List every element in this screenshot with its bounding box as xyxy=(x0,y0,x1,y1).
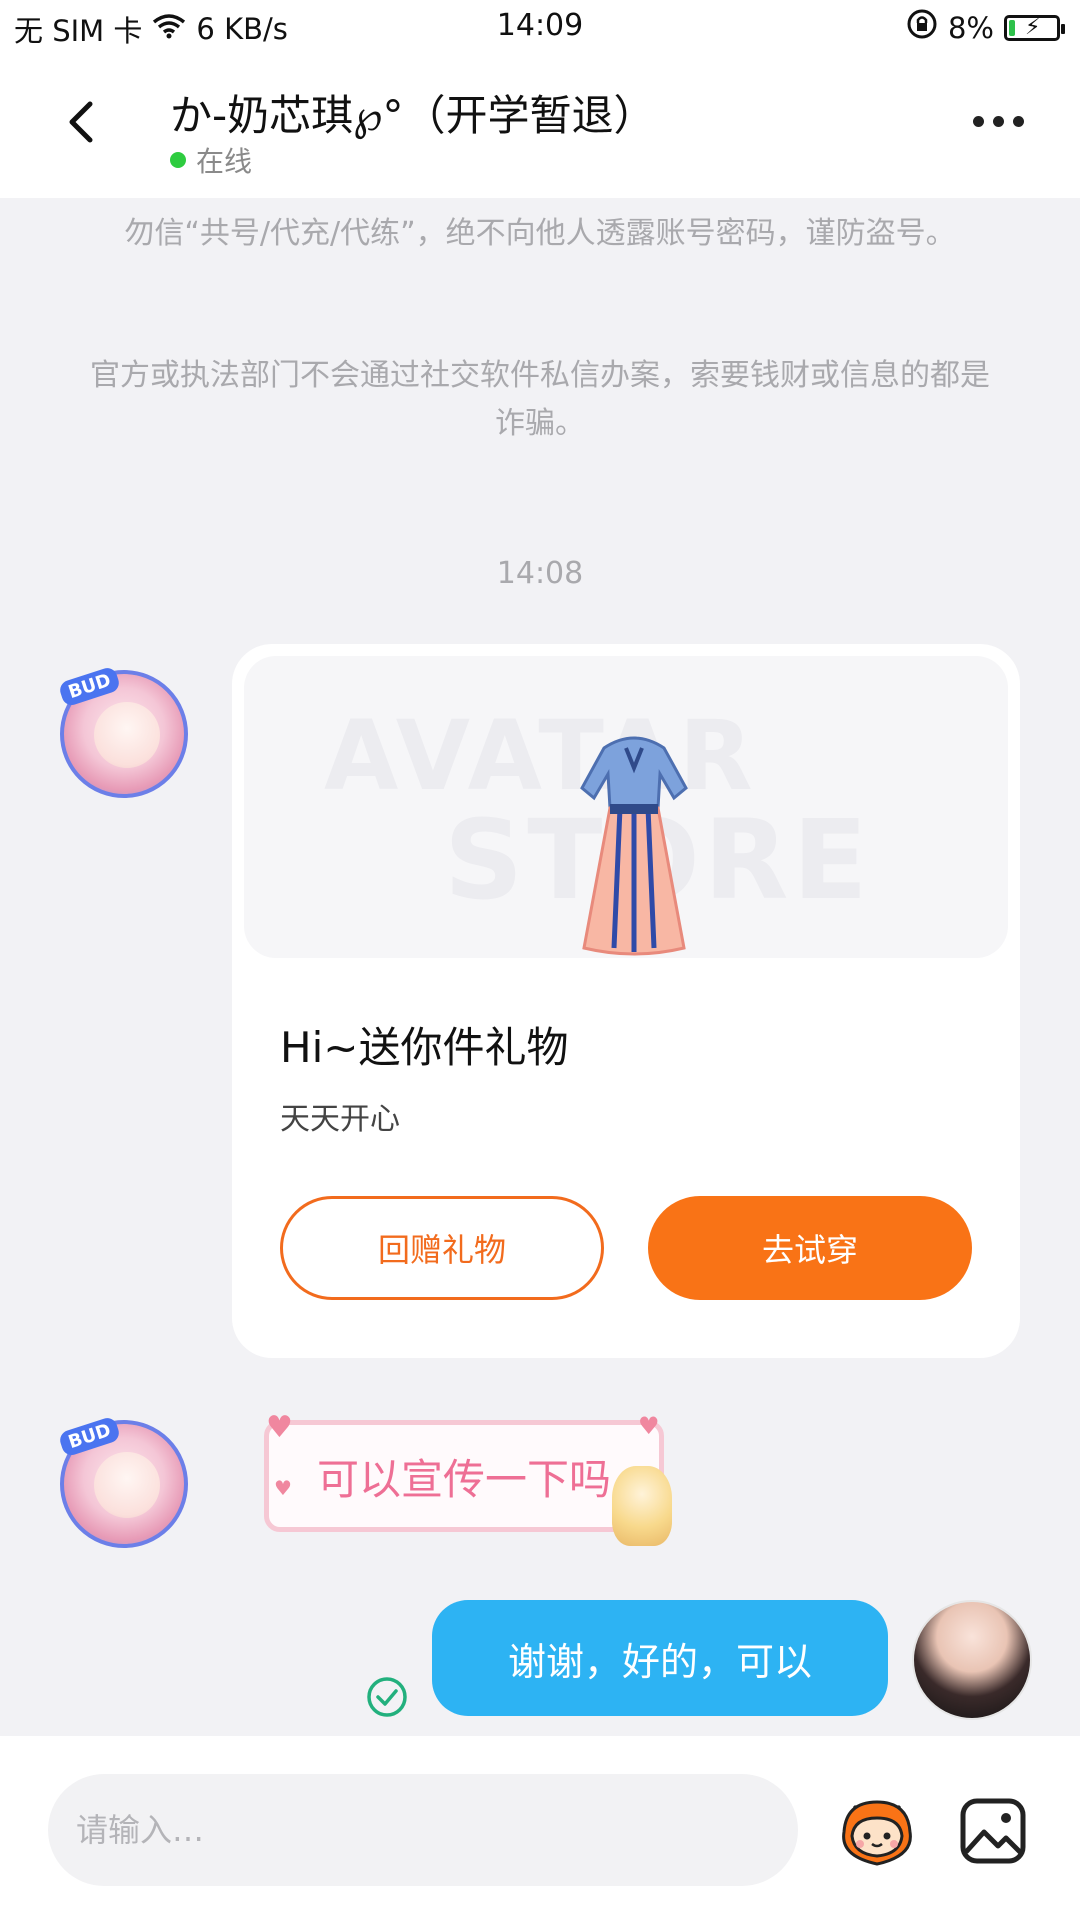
heart-icon: ♥ xyxy=(638,1412,660,1440)
avatar-face xyxy=(94,702,160,768)
input-bar xyxy=(0,1736,1080,1920)
dot-icon xyxy=(993,116,1004,127)
heart-icon: ♥ xyxy=(274,1476,292,1500)
read-check-icon xyxy=(367,1677,407,1717)
sender-avatar[interactable]: BUD xyxy=(57,1415,188,1548)
gift-preview: AVATAR STORE xyxy=(244,656,1008,958)
sender-avatar[interactable]: BUD xyxy=(57,665,188,798)
battery-icon: ⚡ xyxy=(1004,14,1065,41)
gift-title: Hi~送你件礼物 xyxy=(280,1023,569,1072)
hanfu-dress-icon xyxy=(580,736,688,956)
status-bar: 无 SIM 卡 6 KB/s 14:09 8% ⚡ xyxy=(0,0,1080,56)
message-input[interactable] xyxy=(48,1774,798,1886)
sticker-message[interactable]: 可以宣传一下吗 xyxy=(264,1420,664,1532)
safety-notice-fraud: 官方或执法部门不会通过社交软件私信办案，索要钱财或信息的都是诈骗。 xyxy=(90,358,990,441)
sticker-character xyxy=(612,1466,672,1546)
presence-status: 在线 xyxy=(170,140,252,180)
contact-name[interactable]: か-奶芯琪℘°（开学暂退） xyxy=(170,82,655,143)
more-options-button[interactable] xyxy=(973,116,1024,127)
gift-card[interactable]: AVATAR STORE Hi~送你件礼物 天天开心 回赠礼物 去试穿 xyxy=(232,644,1020,1358)
safety-notice-account: 勿信“共号/代充/代练”，绝不向他人透露账号密码，谨防盗号。 xyxy=(124,216,956,251)
back-button[interactable] xyxy=(56,94,112,150)
presence-label: 在线 xyxy=(196,145,253,178)
chat-header: か-奶芯琪℘°（开学暂退） 在线 xyxy=(0,56,1080,198)
sent-message-bubble[interactable]: 谢谢，好的，可以 xyxy=(432,1600,888,1716)
bud-badge: BUD xyxy=(57,1415,122,1458)
self-avatar[interactable] xyxy=(912,1600,1032,1720)
image-picker-icon[interactable] xyxy=(958,1796,1028,1866)
return-gift-button[interactable]: 回赠礼物 xyxy=(280,1196,604,1300)
try-on-button[interactable]: 去试穿 xyxy=(648,1196,972,1300)
sticker-text: 可以宣传一下吗 xyxy=(316,1454,611,1504)
battery-percent: 8% xyxy=(947,10,994,45)
status-right: 8% ⚡ xyxy=(906,8,1065,47)
online-dot-icon xyxy=(170,152,186,168)
bud-badge: BUD xyxy=(57,665,122,708)
message-timestamp: 14:08 xyxy=(496,556,584,591)
chevron-left-icon xyxy=(69,101,93,143)
gift-message: 天天开心 xyxy=(280,1102,400,1137)
dot-icon xyxy=(973,116,984,127)
emoji-mascot-icon[interactable] xyxy=(834,1792,920,1872)
rotation-lock-icon xyxy=(906,8,938,47)
dot-icon xyxy=(1013,116,1024,127)
avatar-face xyxy=(94,1452,160,1518)
heart-icon: ♥ xyxy=(266,1410,293,1445)
